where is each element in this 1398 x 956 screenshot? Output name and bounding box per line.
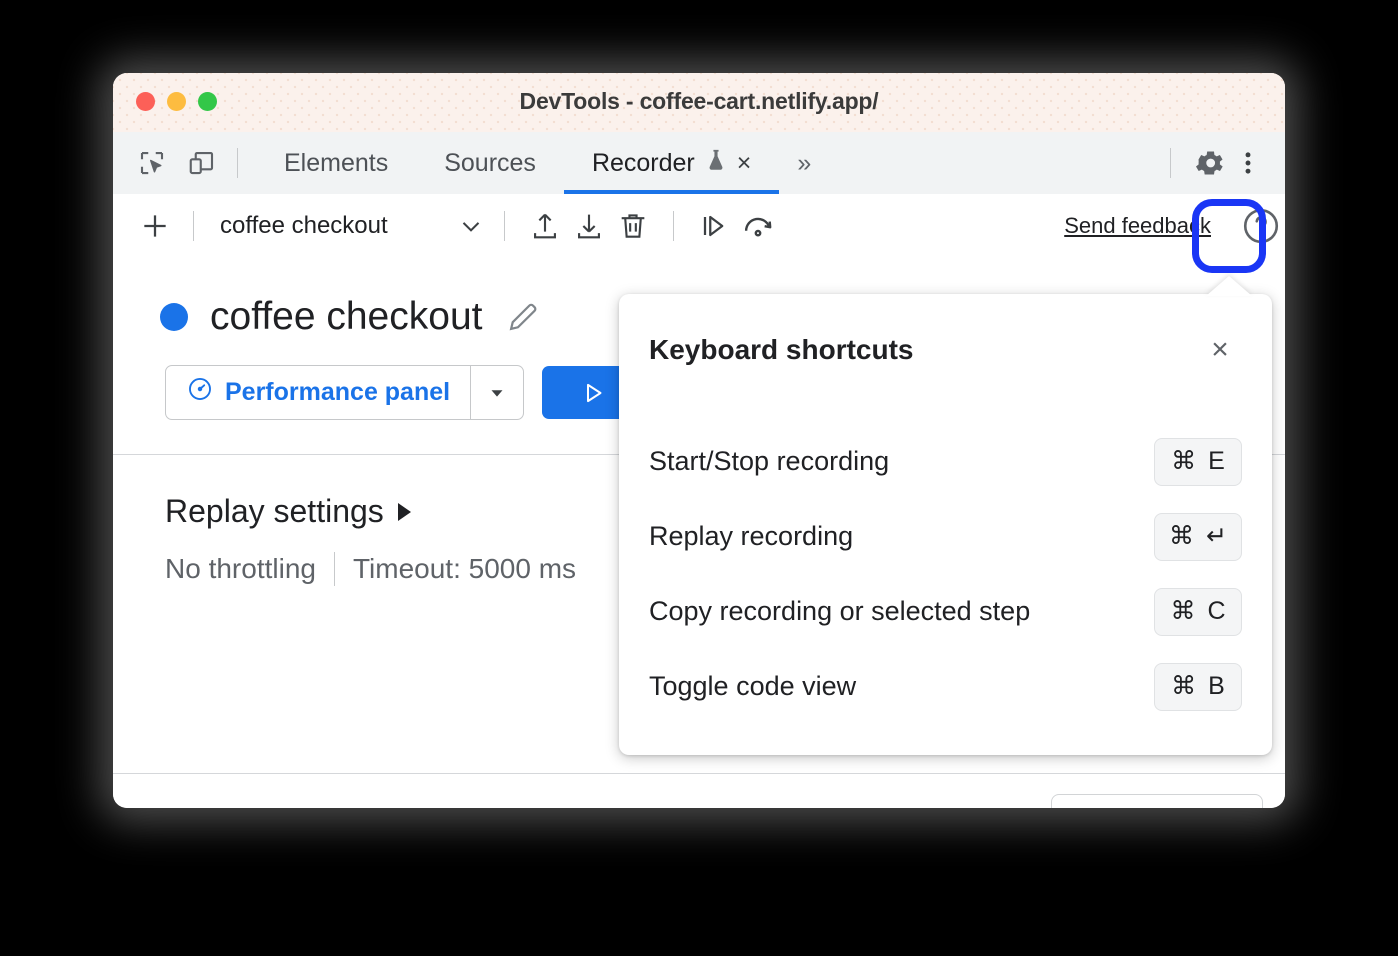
tab-elements[interactable]: Elements	[256, 132, 416, 194]
replay-settings-label: Replay settings	[165, 493, 384, 530]
tab-recorder[interactable]: Recorder ×	[564, 132, 779, 194]
step-over-icon[interactable]	[692, 204, 736, 248]
tab-label: Recorder	[592, 149, 695, 178]
delete-recording-icon[interactable]	[611, 204, 655, 248]
key-letter: E	[1208, 449, 1225, 474]
performance-panel-dropdown-arrow[interactable]	[470, 366, 523, 419]
shortcut-keycap: ⌘ ↵	[1154, 513, 1242, 561]
list-item: Copy recording or selected step ⌘ C	[649, 574, 1242, 649]
tabstrip-divider	[237, 148, 238, 178]
popup-title: Keyboard shortcuts	[649, 334, 914, 366]
chevron-down-icon[interactable]	[456, 211, 486, 241]
expander-triangle-icon[interactable]	[398, 503, 411, 521]
recording-title: coffee checkout	[210, 295, 482, 339]
list-item: Replay recording ⌘ ↵	[649, 499, 1242, 574]
experiment-flask-icon	[705, 147, 727, 180]
tab-label: Sources	[444, 149, 536, 178]
add-recording-button[interactable]	[135, 206, 175, 246]
shortcut-label: Copy recording or selected step	[649, 596, 1030, 627]
export-recording-icon[interactable]	[523, 204, 567, 248]
tab-sources[interactable]: Sources	[416, 132, 564, 194]
toolbar-divider-2	[504, 211, 505, 241]
recorder-toolbar: coffee checkout	[113, 194, 1285, 258]
list-item: Start/Stop recording ⌘ E	[649, 424, 1242, 499]
shortcut-label: Replay recording	[649, 521, 853, 552]
timeout-value: Timeout: 5000 ms	[353, 553, 576, 585]
close-tab-icon[interactable]: ×	[737, 151, 752, 176]
key-modifier: ⌘	[1170, 599, 1195, 624]
performance-panel-label: Performance panel	[225, 378, 450, 407]
shortcut-keycap: ⌘ E	[1154, 438, 1242, 486]
settings-gear-icon[interactable]	[1193, 146, 1227, 180]
more-options-icon[interactable]	[1231, 146, 1265, 180]
window-title: DevTools - coffee-cart.netlify.app/	[113, 88, 1285, 115]
shortcut-list: Start/Stop recording ⌘ E Replay recordin…	[619, 366, 1272, 724]
show-code-wrap: Show code	[1051, 794, 1263, 808]
close-icon[interactable]: ×	[1204, 334, 1236, 366]
performance-panel-select[interactable]: Performance panel	[165, 365, 524, 420]
performance-panel-main[interactable]: Performance panel	[166, 366, 470, 419]
key-letter: ↵	[1206, 524, 1227, 549]
devtools-tabstrip: Elements Sources Recorder ×	[113, 132, 1285, 195]
key-modifier: ⌘	[1169, 524, 1194, 549]
tabstrip-right-divider	[1170, 148, 1171, 178]
tab-label: Elements	[284, 149, 388, 178]
section-divider-2	[113, 773, 1285, 774]
more-tabs-icon[interactable]: »	[779, 132, 829, 194]
help-button[interactable]	[1237, 202, 1285, 250]
toolbar-divider-3	[673, 211, 674, 241]
inspect-element-icon[interactable]	[135, 146, 169, 180]
performance-gauge-icon	[186, 375, 214, 410]
replay-again-icon[interactable]	[736, 204, 780, 248]
key-modifier: ⌘	[1171, 449, 1196, 474]
tabstrip-right-actions	[1152, 146, 1285, 180]
devtools-tool-icons	[113, 146, 219, 180]
show-code-button[interactable]: Show code	[1051, 794, 1263, 808]
recording-selector-label[interactable]: coffee checkout	[220, 212, 388, 240]
window-titlebar: DevTools - coffee-cart.netlify.app/	[113, 73, 1285, 133]
devtools-tabs: Elements Sources Recorder ×	[256, 132, 829, 194]
shortcut-keycap: ⌘ C	[1154, 588, 1242, 636]
shortcut-label: Toggle code view	[649, 671, 856, 702]
summary-divider	[334, 552, 335, 586]
key-letter: C	[1207, 599, 1225, 624]
recording-status-dot	[160, 303, 188, 331]
key-letter: B	[1208, 674, 1225, 699]
shortcut-label: Start/Stop recording	[649, 446, 889, 477]
keyboard-shortcuts-popup: Keyboard shortcuts × Start/Stop recordin…	[619, 294, 1272, 755]
key-modifier: ⌘	[1171, 674, 1196, 699]
throttling-value: No throttling	[165, 553, 316, 585]
send-feedback-link[interactable]: Send feedback	[1064, 213, 1211, 239]
list-item: Toggle code view ⌘ B	[649, 649, 1242, 724]
toolbar-divider-1	[193, 211, 194, 241]
popup-header: Keyboard shortcuts ×	[619, 294, 1272, 366]
device-toolbar-icon[interactable]	[185, 146, 219, 180]
shortcut-keycap: ⌘ B	[1154, 663, 1242, 711]
popup-pointer-arrow	[1206, 276, 1252, 296]
screenshot-root: DevTools - coffee-cart.netlify.app/	[0, 0, 1398, 956]
vertical-scrollbar[interactable]	[1273, 441, 1284, 808]
edit-pencil-icon[interactable]	[504, 298, 542, 336]
import-recording-icon[interactable]	[567, 204, 611, 248]
